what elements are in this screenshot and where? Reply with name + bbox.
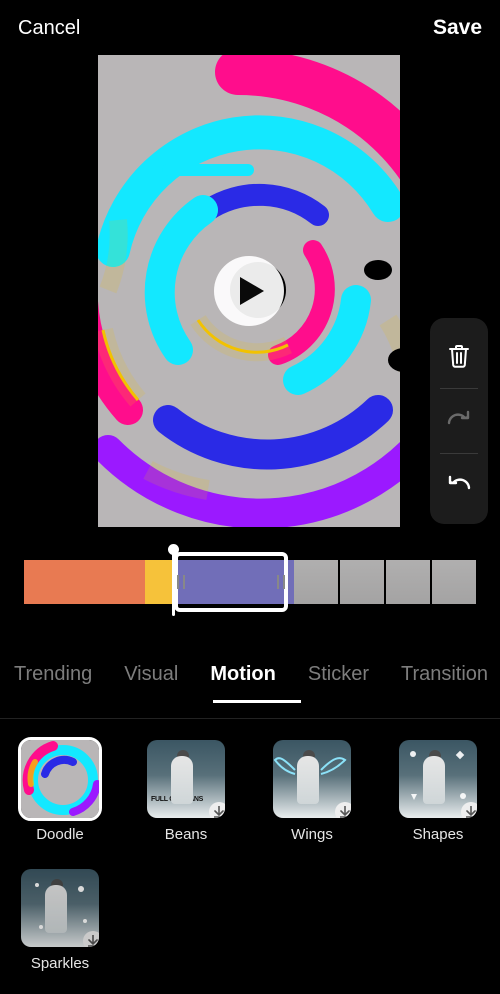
effect-doodle[interactable]: Doodle	[18, 740, 102, 843]
timeline-segment-selected[interactable]	[173, 560, 294, 604]
download-icon	[335, 802, 351, 818]
delete-button[interactable]	[430, 324, 488, 388]
tabs-divider	[0, 718, 500, 719]
tab-visual[interactable]: Visual	[124, 663, 178, 686]
tab-trending[interactable]: Trending	[14, 663, 92, 686]
play-icon	[238, 275, 266, 307]
tab-transition[interactable]: Transition	[401, 663, 488, 686]
save-button[interactable]: Save	[433, 16, 482, 40]
play-button[interactable]	[214, 256, 284, 326]
timeline-segment[interactable]	[145, 560, 173, 604]
effect-label: Doodle	[36, 826, 84, 843]
effect-beans[interactable]: FULL OF BEANS Beans	[144, 740, 228, 843]
effect-thumb	[399, 740, 477, 818]
timeline-frames[interactable]	[294, 560, 476, 604]
effect-label: Beans	[165, 826, 208, 843]
timeline-segment[interactable]	[24, 560, 145, 604]
redo-icon	[446, 410, 472, 432]
effect-tabs: Trending Visual Motion Sticker Transitio…	[0, 646, 500, 702]
effect-label: Wings	[291, 826, 333, 843]
effect-shapes[interactable]: Shapes	[396, 740, 480, 843]
effect-thumb	[273, 740, 351, 818]
trash-icon	[448, 344, 470, 368]
undo-icon	[446, 475, 472, 497]
tab-motion[interactable]: Motion	[210, 663, 276, 686]
download-icon	[209, 802, 225, 818]
undo-button[interactable]	[430, 454, 488, 518]
effect-thumb: FULL OF BEANS	[147, 740, 225, 818]
download-icon	[83, 931, 99, 947]
effect-thumb	[21, 869, 99, 947]
tab-underline	[213, 700, 301, 703]
timeline-playhead[interactable]	[172, 548, 175, 616]
effect-thumb	[21, 740, 99, 818]
redo-button[interactable]	[430, 389, 488, 453]
video-preview[interactable]	[98, 55, 400, 527]
timeline[interactable]	[24, 560, 476, 604]
download-icon	[461, 802, 477, 818]
tab-sticker[interactable]: Sticker	[308, 663, 369, 686]
effect-label: Sparkles	[31, 955, 89, 972]
edit-toolbar	[430, 318, 488, 524]
effect-sparkles[interactable]: Sparkles	[18, 869, 102, 972]
effect-wings[interactable]: Wings	[270, 740, 354, 843]
effects-grid: Doodle FULL OF BEANS Beans Wings	[18, 740, 496, 972]
effect-label: Shapes	[413, 826, 464, 843]
cancel-button[interactable]: Cancel	[18, 17, 80, 40]
